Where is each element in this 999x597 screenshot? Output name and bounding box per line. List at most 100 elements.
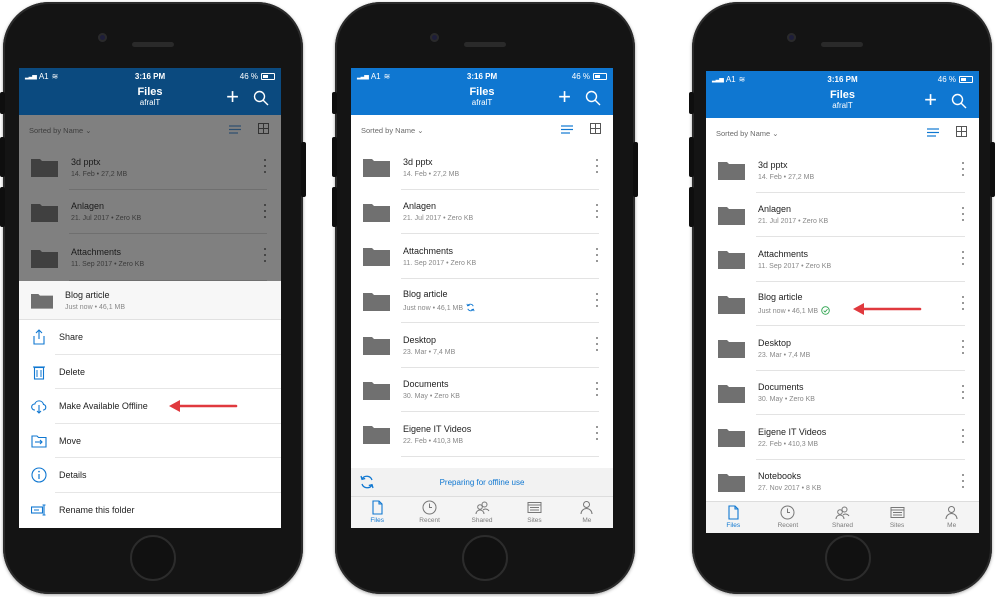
tab-recent[interactable]: Recent [761, 502, 816, 533]
person-icon [945, 506, 958, 520]
tab-sites[interactable]: Sites [870, 502, 925, 533]
battery-icon [592, 73, 607, 80]
list-item[interactable]: 3d pptx 14. Feb • 27,2 MB [706, 148, 979, 193]
chevron-down-icon[interactable]: ⌄ [83, 126, 91, 135]
list-item[interactable]: Anlagen 21. Jul 2017 • Zero KB [351, 190, 613, 235]
list-item[interactable]: Notebooks 27. Nov 2017 • 8 KB [706, 460, 979, 505]
more-options-icon[interactable] [961, 162, 965, 176]
bottom-tab-bar: Files Recent Shared Sites Me [351, 496, 613, 528]
folder-icon [31, 203, 58, 222]
search-icon[interactable] [585, 90, 601, 106]
page-title: Files [137, 86, 163, 98]
grid-view-icon[interactable] [590, 123, 601, 134]
more-options-icon[interactable] [263, 203, 267, 218]
more-options-icon[interactable] [595, 381, 599, 396]
more-options-icon[interactable] [961, 473, 965, 488]
more-options-icon[interactable] [961, 340, 965, 354]
more-options-icon[interactable] [595, 426, 599, 440]
sort-dropdown[interactable]: Sorted by Name [716, 129, 770, 138]
volume-up-button [332, 137, 337, 177]
volume-down-button [332, 187, 337, 227]
file-meta: 14. Feb • 27,2 MB [758, 173, 815, 181]
file-meta: 22. Feb • 410,3 MB [758, 440, 819, 448]
folder-icon [363, 381, 390, 400]
list-item[interactable]: 3d pptx 14. Feb • 27,2 MB [351, 145, 613, 190]
home-button[interactable] [462, 535, 508, 581]
file-meta: 23. Mar • 7,4 MB [758, 351, 811, 359]
folder-icon [718, 384, 745, 403]
file-meta: Just now • 46,1 MB [403, 303, 613, 312]
more-options-icon[interactable] [595, 292, 599, 307]
home-button[interactable] [130, 535, 176, 581]
more-options-icon[interactable] [961, 384, 965, 399]
more-options-icon[interactable] [961, 429, 965, 443]
move-action[interactable]: Move [19, 424, 281, 459]
sort-dropdown[interactable]: Sorted by Name [29, 126, 83, 135]
screen-1: ▂▃▅ A1 ≋ 3:16 PM 46 % Files afralT + Sorte… [19, 68, 281, 528]
file-meta: 14. Feb • 27,2 MB [403, 170, 460, 178]
more-options-icon[interactable] [263, 248, 267, 262]
more-options-icon[interactable] [595, 337, 599, 351]
list-item[interactable]: Attachments 11. Sep 2017 • Zero KB [351, 234, 613, 279]
more-options-icon[interactable] [961, 251, 965, 265]
list-item[interactable]: 3d pptx 14. Feb • 27,2 MB [19, 145, 281, 190]
list-view-icon[interactable] [927, 128, 939, 137]
screen-3: ▂▃▅ A1 ≋ 3:16 PM 46 % Files afralT + Sorte… [706, 71, 979, 533]
file-name: 3d pptx [71, 156, 101, 167]
list-item[interactable]: Desktop 23. Mar • 7,4 MB [351, 323, 613, 368]
search-icon[interactable] [951, 93, 967, 109]
home-button[interactable] [825, 535, 871, 581]
mute-switch [689, 92, 694, 114]
tab-files[interactable]: Files [351, 497, 403, 528]
clock: 3:16 PM [134, 72, 166, 81]
more-options-icon[interactable] [263, 159, 267, 173]
mute-switch [0, 92, 5, 114]
list-item[interactable]: Documents 30. May • Zero KB [351, 368, 613, 413]
grid-view-icon[interactable] [956, 126, 967, 137]
make-offline-action[interactable]: Make Available Offline [19, 389, 281, 424]
delete-action[interactable]: Delete [19, 355, 281, 390]
list-item[interactable]: Documents 30. May • Zero KB [706, 371, 979, 416]
list-view-icon[interactable] [561, 125, 573, 134]
carrier-label: A1 [370, 72, 381, 81]
add-icon[interactable]: + [924, 88, 937, 112]
list-item[interactable]: Eigene IT Videos 22. Feb • 410,3 MB [706, 415, 979, 460]
list-item[interactable]: Attachments 11. Sep 2017 • Zero KB [19, 234, 281, 281]
list-item[interactable]: Eigene IT Videos 22. Feb • 410,3 MB [351, 412, 613, 457]
chevron-down-icon[interactable]: ⌄ [415, 126, 423, 135]
list-item[interactable]: Anlagen 21. Jul 2017 • Zero KB [19, 190, 281, 235]
sort-dropdown[interactable]: Sorted by Name [361, 126, 415, 135]
tab-files[interactable]: Files [706, 502, 761, 533]
info-icon [31, 467, 47, 483]
list-item[interactable]: Desktop 23. Mar • 7,4 MB [706, 326, 979, 371]
chevron-down-icon[interactable]: ⌄ [770, 129, 778, 138]
tab-shared[interactable]: Shared [815, 502, 870, 533]
more-options-icon[interactable] [961, 206, 965, 221]
rename-action[interactable]: Rename this folder [19, 493, 281, 528]
add-icon[interactable]: + [226, 85, 239, 109]
share-action[interactable]: Share [19, 320, 281, 355]
more-options-icon[interactable] [961, 295, 965, 310]
more-options-icon[interactable] [595, 159, 599, 173]
tab-recent[interactable]: Recent [403, 497, 455, 528]
more-options-icon[interactable] [595, 248, 599, 262]
list-item[interactable]: Blog article Just now • 46,1 MB [706, 282, 979, 327]
page-title: Files [469, 86, 495, 98]
search-icon[interactable] [253, 90, 269, 106]
list-item[interactable]: Attachments 11. Sep 2017 • Zero KB [706, 237, 979, 282]
tab-sites[interactable]: Sites [508, 497, 560, 528]
file-name: Anlagen [71, 201, 105, 212]
list-item[interactable]: Blog article Just now • 46,1 MB [351, 279, 613, 324]
add-icon[interactable]: + [558, 85, 571, 109]
file-name: 3d pptx [758, 159, 788, 170]
page-subtitle: afralT [832, 101, 853, 110]
more-options-icon[interactable] [595, 203, 599, 218]
tab-shared[interactable]: Shared [456, 497, 508, 528]
folder-icon [363, 426, 390, 445]
tab-me[interactable]: Me [561, 497, 613, 528]
list-view-icon[interactable] [229, 125, 241, 134]
grid-view-icon[interactable] [258, 123, 269, 134]
list-item[interactable]: Anlagen 21. Jul 2017 • Zero KB [706, 193, 979, 238]
tab-me[interactable]: Me [924, 502, 979, 533]
details-action[interactable]: Details [19, 458, 281, 493]
